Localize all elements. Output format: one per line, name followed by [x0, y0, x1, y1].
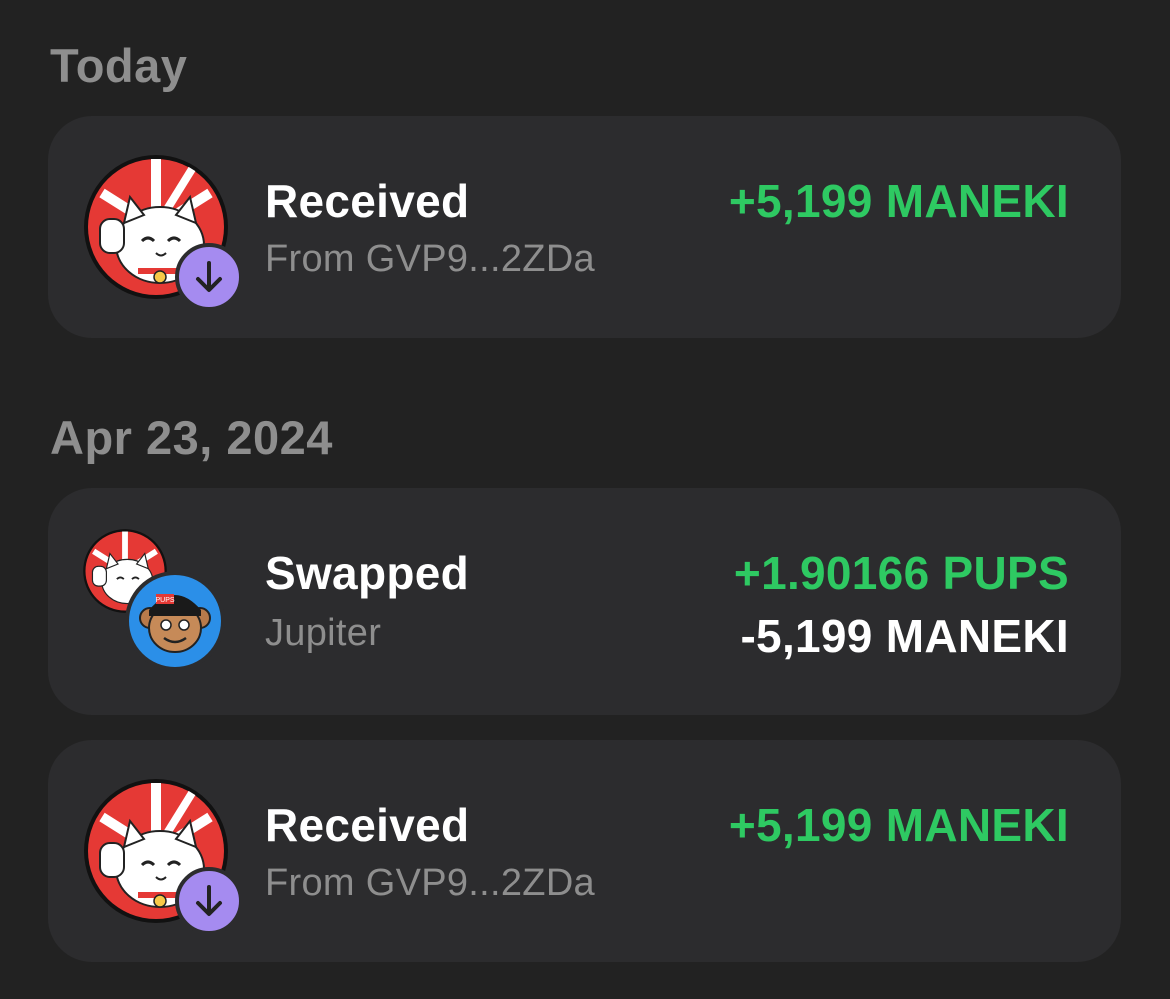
- received-badge: [175, 867, 243, 935]
- activity-page: Today Received From GVP9...2ZDa +5,199 M…: [0, 0, 1170, 999]
- received-badge: [175, 243, 243, 311]
- section-header-date: Apr 23, 2024: [50, 411, 333, 464]
- transaction-amount: +5,199 MANEKI: [728, 799, 1069, 851]
- transaction-amount-received: +1.90166 PUPS: [733, 547, 1069, 599]
- arrow-down-icon: [196, 885, 222, 916]
- transaction-subtitle: From GVP9...2ZDa: [265, 238, 595, 280]
- transaction-subtitle: Jupiter: [265, 612, 382, 654]
- transaction-card[interactable]: Received From GVP9...2ZDa +5,199 MANEKI: [48, 740, 1121, 962]
- transaction-title: Received: [265, 175, 470, 227]
- pups-cap-label: PUPS: [155, 597, 174, 604]
- transaction-card[interactable]: PUPS Swapped Jupiter +1.90166 PUPS -5,19…: [48, 488, 1121, 715]
- transaction-title: Received: [265, 799, 470, 851]
- transaction-amount: +5,199 MANEKI: [728, 175, 1069, 227]
- section-header-today: Today: [50, 39, 188, 92]
- arrow-down-icon: [196, 261, 222, 292]
- pups-token-icon: PUPS: [125, 571, 225, 671]
- transaction-title: Swapped: [265, 547, 470, 599]
- transaction-card[interactable]: Received From GVP9...2ZDa +5,199 MANEKI: [48, 116, 1121, 338]
- transaction-amount-sent: -5,199 MANEKI: [740, 610, 1069, 662]
- transaction-subtitle: From GVP9...2ZDa: [265, 862, 595, 904]
